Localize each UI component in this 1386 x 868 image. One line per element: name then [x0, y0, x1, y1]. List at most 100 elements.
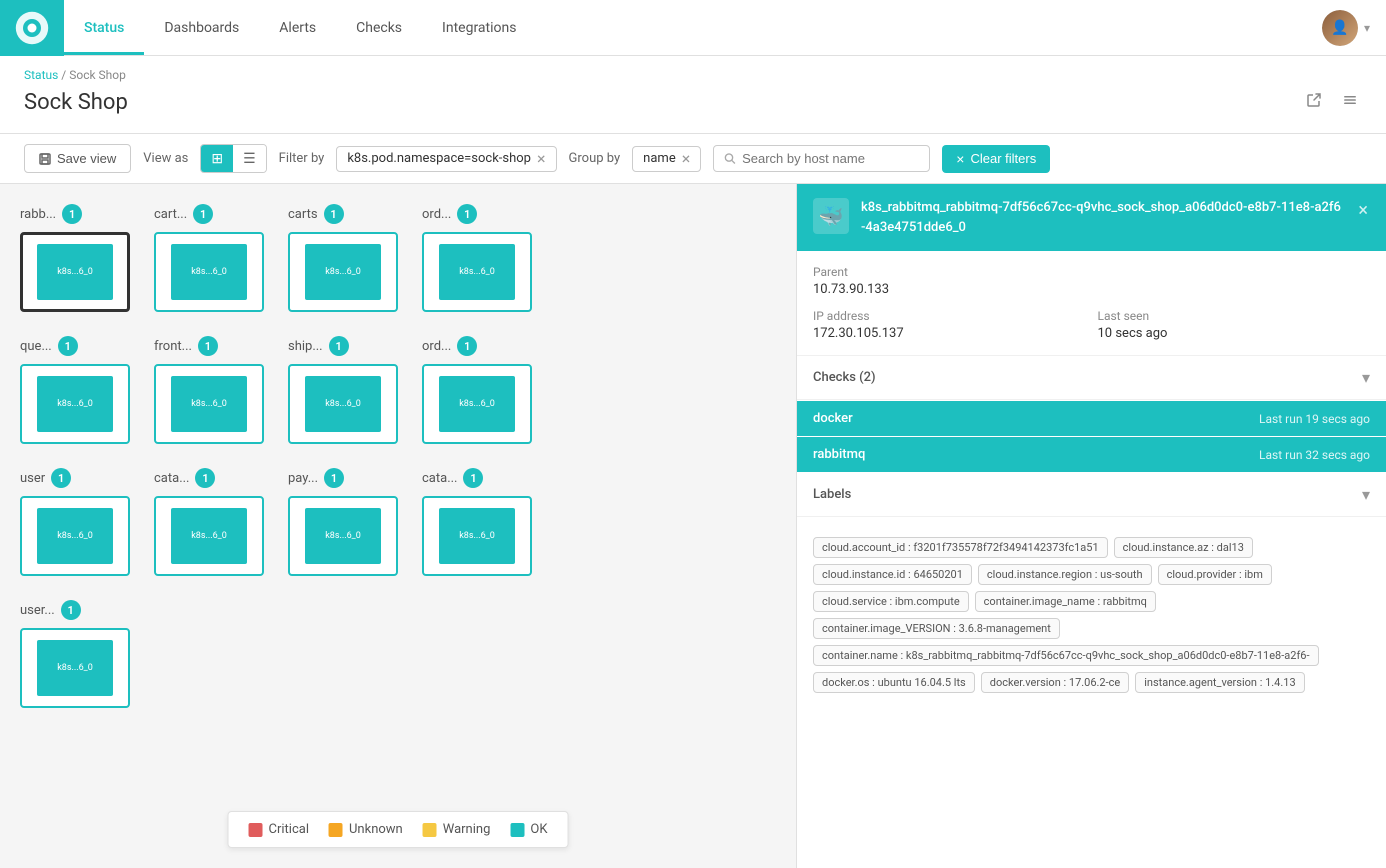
detail-header: 🐳 k8s_rabbitmq_rabbitmq-7df56c67cc-q9vhc…: [797, 184, 1386, 251]
check-name: docker: [813, 411, 853, 426]
group-label: cata...: [154, 471, 189, 486]
host-tile[interactable]: k8s...6_0: [288, 232, 398, 312]
group-tile-cata1: cata... 1 k8s...6_0: [154, 468, 264, 576]
group-badge: 1: [324, 468, 344, 488]
breadcrumb-status[interactable]: Status: [24, 68, 58, 82]
group-header: cata... 1: [422, 468, 483, 488]
group-badge: 1: [58, 336, 78, 356]
user-dropdown-icon[interactable]: ▾: [1364, 21, 1370, 35]
host-tile-inner: k8s...6_0: [37, 640, 113, 696]
labels-toggle-icon: ▾: [1362, 485, 1370, 504]
unknown-dot: [329, 823, 343, 837]
host-label: k8s...6_0: [191, 267, 227, 277]
group-by-remove-button[interactable]: ×: [682, 151, 691, 167]
host-label: k8s...6_0: [57, 399, 93, 409]
ok-dot: [510, 823, 524, 837]
user-avatar: 👤: [1322, 10, 1358, 46]
host-tile[interactable]: k8s...6_0: [288, 364, 398, 444]
grid-row: user... 1 k8s...6_0: [20, 600, 776, 708]
label-tag: cloud.service : ibm.compute: [813, 591, 969, 612]
host-tile-inner: k8s...6_0: [439, 376, 515, 432]
grid-row: user 1 k8s...6_0 cata... 1 k8s...6_0 pay…: [20, 468, 776, 576]
external-link-button[interactable]: [1302, 88, 1326, 117]
save-icon: [39, 153, 51, 165]
host-tile-inner: k8s...6_0: [305, 244, 381, 300]
host-tile-inner: k8s...6_0: [37, 244, 113, 300]
group-header: ship... 1: [288, 336, 349, 356]
group-tile-cata2: cata... 1 k8s...6_0: [422, 468, 532, 576]
host-tile[interactable]: k8s...6_0: [20, 496, 130, 576]
host-tile-inner: k8s...6_0: [37, 508, 113, 564]
top-nav: Status Dashboards Alerts Checks Integrat…: [0, 0, 1386, 56]
check-item-rabbitmq[interactable]: rabbitmq Last run 32 secs ago: [797, 437, 1386, 472]
checks-section-header[interactable]: Checks (2) ▾: [797, 356, 1386, 400]
host-tile[interactable]: k8s...6_0: [422, 364, 532, 444]
group-tile-user: user 1 k8s...6_0: [20, 468, 130, 576]
group-badge: 1: [457, 204, 477, 224]
labels-list: cloud.account_id : f3201f735578f72f34941…: [797, 517, 1386, 705]
group-badge: 1: [51, 468, 71, 488]
labels-section-header[interactable]: Labels ▾: [797, 473, 1386, 517]
labels-title: Labels: [813, 487, 851, 502]
detail-meta-section: Parent 10.73.90.133 IP address 172.30.10…: [797, 251, 1386, 356]
host-tile-inner: k8s...6_0: [305, 508, 381, 564]
host-tile-inner: k8s...6_0: [171, 244, 247, 300]
group-header: rabb... 1: [20, 204, 82, 224]
page-title: Sock Shop: [24, 90, 128, 115]
list-view-button[interactable]: ☰: [233, 145, 266, 172]
nav-link-status[interactable]: Status: [64, 0, 144, 55]
search-input[interactable]: [742, 151, 919, 166]
group-tile-ship: ship... 1 k8s...6_0: [288, 336, 398, 444]
filter-tag-value: k8s.pod.namespace=sock-shop: [347, 151, 531, 166]
nav-link-alerts[interactable]: Alerts: [259, 0, 336, 55]
main-content: rabb... 1 k8s...6_0 cart... 1 k8s...6_0 …: [0, 184, 1386, 868]
group-label: ord...: [422, 339, 451, 354]
group-by-label: Group by: [569, 151, 621, 166]
save-view-button[interactable]: Save view: [24, 144, 131, 173]
nav-user[interactable]: 👤 ▾: [1322, 10, 1386, 46]
label-tag: container.name : k8s_rabbitmq_rabbitmq-7…: [813, 645, 1319, 666]
host-tile[interactable]: k8s...6_0: [154, 364, 264, 444]
host-tile[interactable]: k8s...6_0: [422, 232, 532, 312]
search-box[interactable]: [713, 145, 930, 172]
nav-link-integrations[interactable]: Integrations: [422, 0, 536, 55]
group-tile-ord2: ord... 1 k8s...6_0: [422, 336, 532, 444]
detail-icon: 🐳: [813, 198, 849, 234]
group-badge: 1: [457, 336, 477, 356]
more-options-button[interactable]: [1338, 88, 1362, 117]
nav-link-dashboards[interactable]: Dashboards: [144, 0, 259, 55]
group-header: user 1: [20, 468, 71, 488]
host-tile[interactable]: k8s...6_0: [422, 496, 532, 576]
group-header: ord... 1: [422, 204, 477, 224]
last-seen-value: 10 secs ago: [1098, 326, 1371, 341]
clear-filters-button[interactable]: × Clear filters: [942, 145, 1050, 173]
host-tile[interactable]: k8s...6_0: [20, 628, 130, 708]
host-tile-inner: k8s...6_0: [305, 376, 381, 432]
host-tile[interactable]: k8s...6_0: [154, 232, 264, 312]
check-item-docker[interactable]: docker Last run 19 secs ago: [797, 401, 1386, 436]
group-by-tag: name ×: [632, 146, 701, 172]
filter-remove-button[interactable]: ×: [537, 151, 546, 167]
host-label: k8s...6_0: [325, 399, 361, 409]
legend-unknown: Unknown: [329, 822, 403, 837]
app-logo[interactable]: [0, 0, 64, 56]
group-label: front...: [154, 339, 192, 354]
host-tile-inner: k8s...6_0: [439, 244, 515, 300]
host-tile-inner: k8s...6_0: [439, 508, 515, 564]
clear-filters-icon: ×: [956, 151, 964, 167]
label-tag: container.image_VERSION : 3.6.8-manageme…: [813, 618, 1060, 639]
label-tag: cloud.account_id : f3201f735578f72f34941…: [813, 537, 1108, 558]
grid-view-button[interactable]: ⊞: [201, 145, 233, 172]
host-tile[interactable]: k8s...6_0: [20, 364, 130, 444]
ip-label: IP address: [813, 309, 1086, 323]
breadcrumb-current: Sock Shop: [69, 68, 126, 82]
detail-last-seen: Last seen 10 secs ago: [1098, 309, 1371, 341]
detail-scroll: Parent 10.73.90.133 IP address 172.30.10…: [797, 251, 1386, 868]
host-tile[interactable]: k8s...6_0: [154, 496, 264, 576]
nav-link-checks[interactable]: Checks: [336, 0, 422, 55]
host-tile[interactable]: k8s...6_0: [288, 496, 398, 576]
detail-close-button[interactable]: ×: [1356, 198, 1370, 223]
host-tile[interactable]: k8s...6_0: [20, 232, 130, 312]
host-label: k8s...6_0: [459, 267, 495, 277]
legend-critical: Critical: [249, 822, 309, 837]
